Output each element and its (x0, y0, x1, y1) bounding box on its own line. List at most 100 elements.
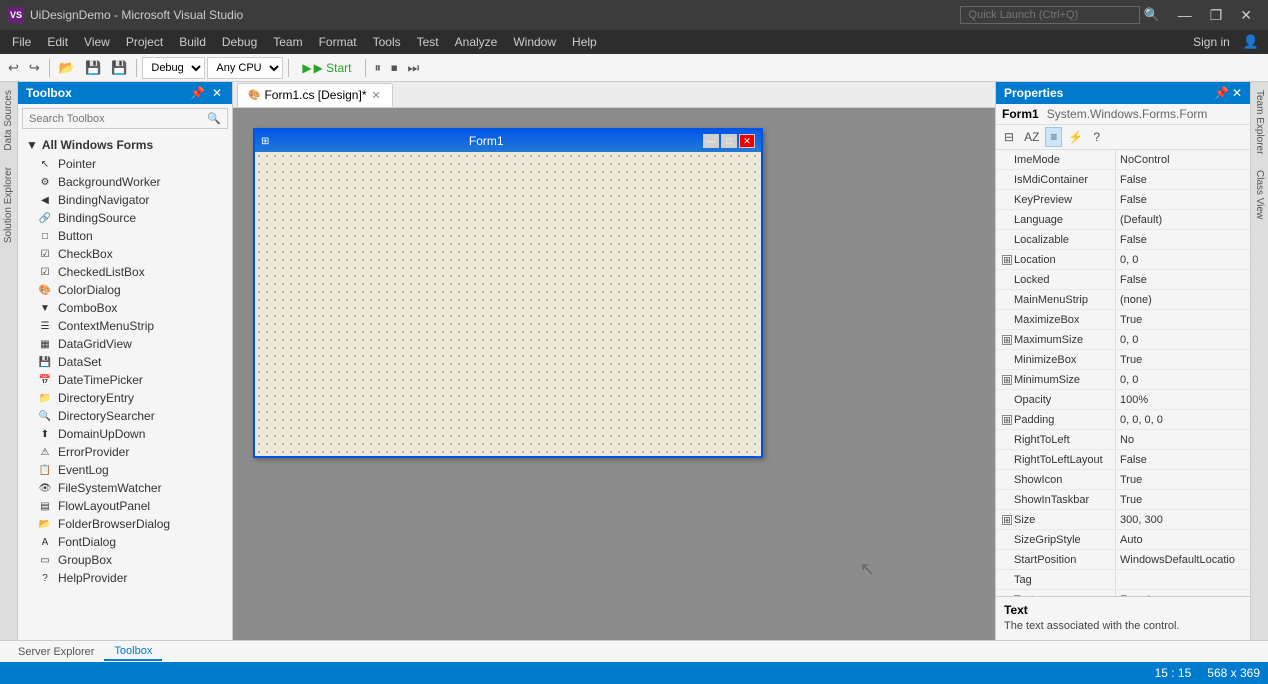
start-button[interactable]: ▶ ▶ Start (294, 59, 359, 77)
size-expand-icon[interactable]: ⊞ (1002, 515, 1012, 525)
prop-value-showicon[interactable]: True (1116, 470, 1250, 489)
toolbox-item-eventlog[interactable]: 📋 EventLog (18, 461, 232, 479)
form-maximize-button[interactable]: □ (721, 134, 737, 148)
toolbar-extra-3[interactable]: ⏭ (404, 58, 424, 78)
menu-test[interactable]: Test (409, 33, 447, 51)
toolbox-item-pointer[interactable]: ↖ Pointer (18, 155, 232, 173)
prop-value-ismdicontainer[interactable]: False (1116, 170, 1250, 189)
toolbox-item-errorprovider[interactable]: ⚠ ErrorProvider (18, 443, 232, 461)
menu-edit[interactable]: Edit (39, 33, 76, 51)
menu-team[interactable]: Team (265, 33, 310, 51)
prop-name-location[interactable]: ⊞Location (996, 250, 1116, 269)
vertical-tab-team-explorer[interactable]: Team Explorer (1252, 82, 1267, 162)
toolbox-item-checkedlistbox[interactable]: ☑ CheckedListBox (18, 263, 232, 281)
toolbox-item-datetimepicker[interactable]: 📅 DateTimePicker (18, 371, 232, 389)
prop-name-minimumsize[interactable]: ⊞MinimumSize (996, 370, 1116, 389)
properties-close-button[interactable]: ✕ (1232, 86, 1242, 100)
toolbox-item-groupbox[interactable]: ▭ GroupBox (18, 551, 232, 569)
prop-name-size[interactable]: ⊞Size (996, 510, 1116, 529)
prop-value-keypreview[interactable]: False (1116, 190, 1250, 209)
platform-select[interactable]: Any CPU (207, 57, 283, 79)
toolbox-item-datagridview[interactable]: ▦ DataGridView (18, 335, 232, 353)
tab-form1-design[interactable]: 🎨 Form1.cs [Design]* ✕ (237, 83, 393, 107)
prop-value-sizegripstyle[interactable]: Auto (1116, 530, 1250, 549)
menu-debug[interactable]: Debug (214, 33, 265, 51)
sign-in-button[interactable]: Sign in (1185, 35, 1238, 49)
toolbox-item-contextmenustrip[interactable]: ☰ ContextMenuStrip (18, 317, 232, 335)
prop-toolbar-help[interactable]: ? (1089, 128, 1104, 146)
save-all-button[interactable]: 💾 (107, 58, 131, 78)
toolbox-item-checkbox[interactable]: ☑ CheckBox (18, 245, 232, 263)
prop-value-locked[interactable]: False (1116, 270, 1250, 289)
toolbox-item-domainupdown[interactable]: ⬆ DomainUpDown (18, 425, 232, 443)
prop-toolbar-cat[interactable]: ⊟ (1000, 128, 1018, 146)
prop-value-mainmenustrip[interactable]: (none) (1116, 290, 1250, 309)
menu-analyze[interactable]: Analyze (447, 33, 506, 51)
prop-value-imemode[interactable]: NoControl (1116, 150, 1250, 169)
minimumsize-expand-icon[interactable]: ⊞ (1002, 375, 1012, 385)
prop-name-padding[interactable]: ⊞Padding (996, 410, 1116, 429)
prop-value-righttoleftlayout[interactable]: False (1116, 450, 1250, 469)
redo-button[interactable]: ↪ (25, 58, 44, 78)
toolbox-pin-button[interactable]: 📌 (188, 86, 207, 100)
prop-value-opacity[interactable]: 100% (1116, 390, 1250, 409)
prop-toolbar-props[interactable]: ≡ (1045, 127, 1062, 147)
toolbox-search-input[interactable] (29, 113, 207, 125)
undo-button[interactable]: ↩ (4, 58, 23, 78)
padding-expand-icon[interactable]: ⊞ (1002, 415, 1012, 425)
toolbox-item-directorysearcher[interactable]: 🔍 DirectorySearcher (18, 407, 232, 425)
toolbox-item-fontdialog[interactable]: A FontDialog (18, 533, 232, 551)
toolbox-item-flowlayoutpanel[interactable]: ▤ FlowLayoutPanel (18, 497, 232, 515)
menu-help[interactable]: Help (564, 33, 605, 51)
prop-toolbar-az[interactable]: AZ (1020, 128, 1043, 146)
prop-value-maximizebox[interactable]: True (1116, 310, 1250, 329)
prop-value-minimizebox[interactable]: True (1116, 350, 1250, 369)
prop-value-location[interactable]: 0, 0 (1116, 250, 1250, 269)
toolbox-section-header[interactable]: ▼ All Windows Forms (18, 135, 232, 155)
menu-window[interactable]: Window (505, 33, 564, 51)
location-expand-icon[interactable]: ⊞ (1002, 255, 1012, 265)
toolbox-item-bindingnavigator[interactable]: ◀ BindingNavigator (18, 191, 232, 209)
toolbox-item-helpprovider[interactable]: ? HelpProvider (18, 569, 232, 587)
toolbox-item-folderbrowserdialog[interactable]: 📂 FolderBrowserDialog (18, 515, 232, 533)
toolbox-item-combobox[interactable]: ▼ ComboBox (18, 299, 232, 317)
save-button[interactable]: 💾 (81, 58, 105, 78)
menu-build[interactable]: Build (171, 33, 214, 51)
toolbox-item-button[interactable]: □ Button (18, 227, 232, 245)
form-window[interactable]: ⊞ Form1 — □ ✕ (253, 128, 763, 458)
properties-pin-button[interactable]: 📌 (1214, 86, 1229, 100)
form-close-button[interactable]: ✕ (739, 134, 755, 148)
debug-config-select[interactable]: Debug (142, 57, 205, 79)
prop-value-maximumsize[interactable]: 0, 0 (1116, 330, 1250, 349)
toolbox-item-dataset[interactable]: 💾 DataSet (18, 353, 232, 371)
toolbox-item-backgroundworker[interactable]: ⚙ BackgroundWorker (18, 173, 232, 191)
tab-close-button[interactable]: ✕ (370, 89, 381, 102)
form-minimize-button[interactable]: — (703, 134, 719, 148)
maximumsize-expand-icon[interactable]: ⊞ (1002, 335, 1012, 345)
toolbox-item-bindingsource[interactable]: 🔗 BindingSource (18, 209, 232, 227)
toolbox-item-directoryentry[interactable]: 📁 DirectoryEntry (18, 389, 232, 407)
vertical-tab-class-view[interactable]: Class View (1252, 162, 1267, 227)
vertical-tab-solution-explorer[interactable]: Solution Explorer (1, 159, 16, 251)
toolbar-extra-2[interactable]: ⏹ (387, 58, 402, 78)
prop-value-showintaskbar[interactable]: True (1116, 490, 1250, 509)
open-button[interactable]: 📂 (55, 58, 79, 78)
prop-value-startposition[interactable]: WindowsDefaultLocatio (1116, 550, 1250, 569)
prop-value-righttoleft[interactable]: No (1116, 430, 1250, 449)
prop-toolbar-events[interactable]: ⚡ (1064, 128, 1087, 146)
menu-project[interactable]: Project (118, 33, 171, 51)
minimize-button[interactable]: — (1170, 5, 1200, 26)
menu-format[interactable]: Format (311, 33, 365, 51)
prop-value-language[interactable]: (Default) (1116, 210, 1250, 229)
quick-launch-input[interactable] (960, 6, 1140, 24)
toolbox-item-colordialog[interactable]: 🎨 ColorDialog (18, 281, 232, 299)
prop-value-padding[interactable]: 0, 0, 0, 0 (1116, 410, 1250, 429)
bottom-tab-server-explorer[interactable]: Server Explorer (8, 644, 104, 660)
prop-value-minimumsize[interactable]: 0, 0 (1116, 370, 1250, 389)
restore-button[interactable]: ❐ (1202, 5, 1231, 26)
bottom-tab-toolbox[interactable]: Toolbox (104, 643, 162, 661)
prop-value-size[interactable]: 300, 300 (1116, 510, 1250, 529)
menu-tools[interactable]: Tools (365, 33, 409, 51)
toolbar-extra-1[interactable]: ⏸ (371, 58, 386, 78)
vertical-tab-data-sources[interactable]: Data Sources (1, 82, 16, 159)
